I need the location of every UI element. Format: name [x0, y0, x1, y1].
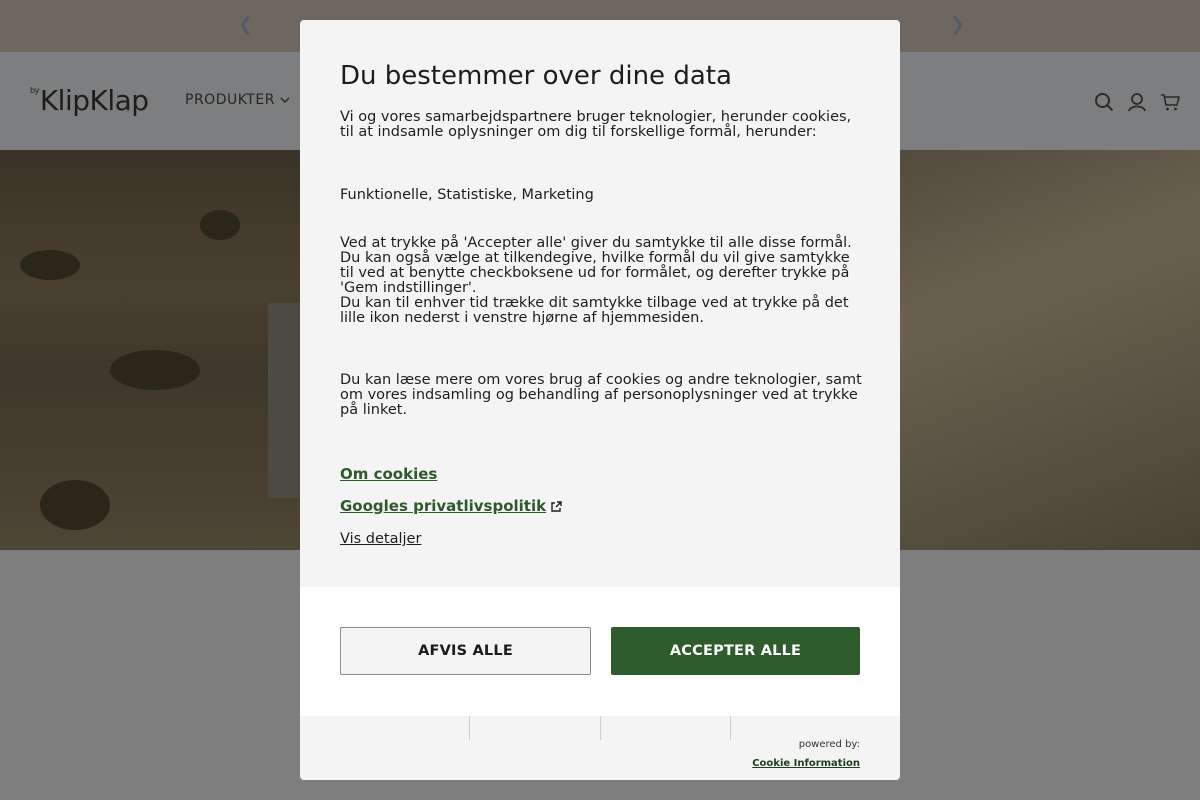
cart-icon[interactable] [1160, 92, 1180, 112]
google-privacy-link[interactable]: Googles privatlivspolitik [340, 497, 546, 515]
cookie-information-link[interactable]: Cookie Information [752, 758, 860, 769]
consent-read-more: Du kan læse mere om vores brug af cookie… [340, 372, 862, 418]
cookies-link-row: Om cookies [340, 464, 865, 488]
cookie-consent-dialog: Du bestemmer over dine data Vi og vores … [300, 20, 900, 780]
consent-footer: powered by: Cookie Information [752, 739, 860, 770]
logo-text: KlipKlap [39, 84, 149, 117]
consent-intro: Vi og vores samarbejdspartnere bruger te… [340, 109, 852, 140]
consent-links: Om cookies Googles privatlivspolitik Vis… [340, 464, 865, 550]
details-link-row: Vis detaljer [340, 528, 865, 550]
chevron-down-icon [280, 97, 290, 103]
accept-all-button[interactable]: ACCEPTER ALLE [611, 627, 860, 675]
consent-body: Du bestemmer over dine data Vi og vores … [340, 60, 865, 550]
logo-prefix: by [30, 86, 39, 95]
consent-info-accept: Ved at trykke på 'Accepter alle' giver d… [340, 235, 852, 251]
consent-info-withdraw: Du kan til enhver tid trække dit samtykk… [340, 295, 849, 326]
nav-item-label: PRODUKTER [185, 92, 275, 108]
consent-title: Du bestemmer over dine data [340, 61, 732, 91]
tab-divider [600, 716, 601, 740]
powered-by-label: powered by: [798, 739, 860, 750]
hero-shrub [40, 480, 110, 530]
search-icon[interactable] [1094, 92, 1114, 112]
consent-info-choose: Du kan også vælge at tilkendegive, hvilk… [340, 250, 850, 296]
hero-shrub [110, 350, 200, 390]
hero-shrub [20, 250, 80, 280]
consent-actions: AFVIS ALLE ACCEPTER ALLE [300, 587, 900, 716]
user-icon[interactable] [1127, 92, 1147, 112]
external-link-icon [551, 500, 562, 512]
about-cookies-link[interactable]: Om cookies [340, 465, 437, 483]
hero-shrub [200, 210, 240, 240]
reject-all-button[interactable]: AFVIS ALLE [340, 627, 591, 675]
nav-item-produkter[interactable]: PRODUKTER [185, 92, 290, 108]
google-link-row: Googles privatlivspolitik [340, 496, 865, 520]
chevron-right-icon[interactable]: ❯ [950, 14, 965, 35]
consent-category-tabs [300, 716, 900, 740]
chevron-left-icon[interactable]: ❮ [238, 14, 253, 35]
site-logo[interactable]: byKlipKlap [30, 84, 149, 117]
consent-purposes: Funktionelle, Statistiske, Marketing [340, 187, 594, 203]
show-details-link[interactable]: Vis detaljer [340, 531, 421, 547]
tab-divider [730, 716, 731, 740]
tab-divider [469, 716, 470, 740]
